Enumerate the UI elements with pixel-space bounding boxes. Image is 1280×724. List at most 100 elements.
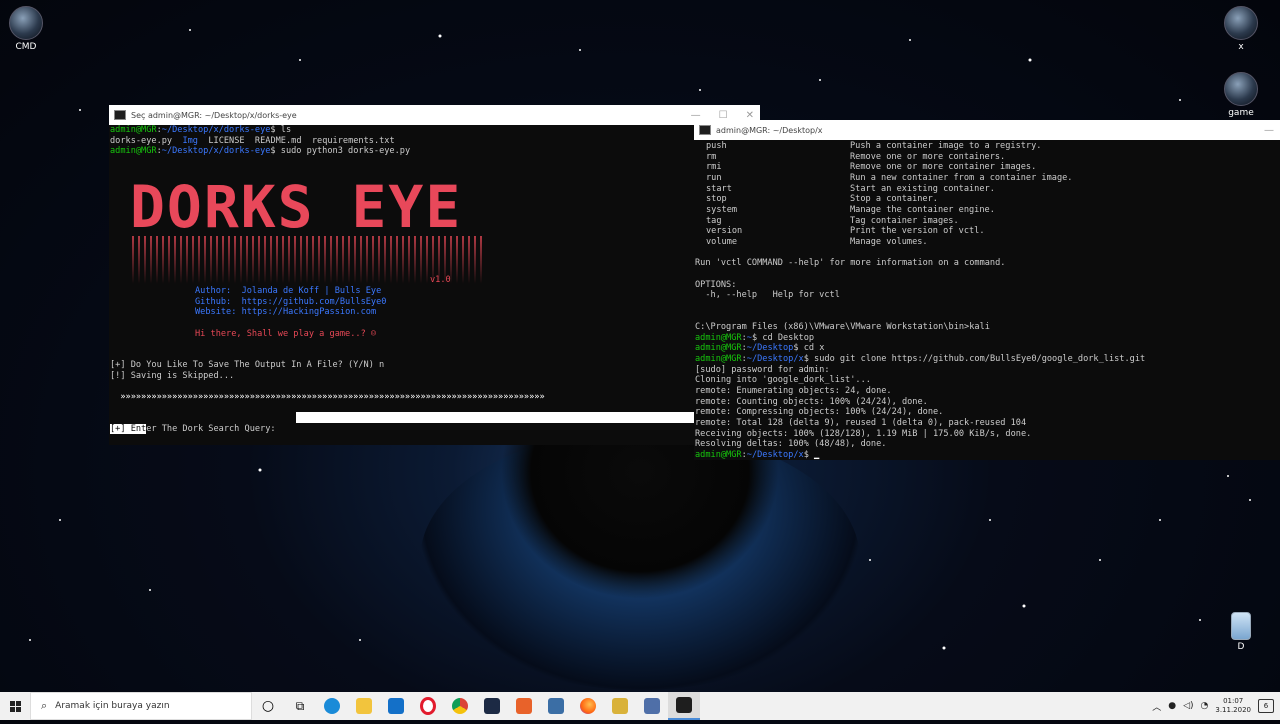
- maximize-icon[interactable]: ☐: [719, 110, 728, 121]
- game-shortcut-icon: [1224, 72, 1258, 106]
- directory-name: Img: [182, 135, 198, 146]
- close-icon[interactable]: ✕: [746, 110, 754, 121]
- command-text: cd Desktop: [762, 332, 815, 343]
- command-name: tag: [706, 215, 722, 226]
- taskbar-terminal-active[interactable]: [668, 692, 700, 720]
- taskbar-app-yellow[interactable]: [604, 692, 636, 720]
- burp-icon: [516, 698, 532, 714]
- github-value: https://github.com/BullsEye0: [241, 296, 387, 307]
- output-line: remote: Total 128 (delta 9), reused 1 (d…: [695, 418, 1027, 429]
- file-explorer-icon: [356, 698, 372, 714]
- cortana-icon: ○: [261, 698, 275, 714]
- taskbar-virtualbox[interactable]: [540, 692, 572, 720]
- cursor[interactable]: ▁: [814, 450, 819, 460]
- taskbar-mail[interactable]: [380, 692, 412, 720]
- options-header: OPTIONS:: [695, 279, 737, 290]
- windows-prompt: C:\Program Files (x86)\VMware\VMware Wor…: [695, 322, 990, 333]
- desktop-icon-d[interactable]: D: [1215, 612, 1267, 652]
- desktop-icon-cmd[interactable]: CMD: [0, 6, 52, 52]
- output-line: Receiving objects: 100% (128/128), 1.19 …: [695, 428, 1032, 439]
- taskbar-chrome[interactable]: [444, 692, 476, 720]
- website-value: https://HackingPassion.com: [241, 307, 377, 318]
- prompt-user: admin@MGR: [695, 450, 742, 460]
- command-name: start: [706, 183, 732, 194]
- separator-line: »»»»»»»»»»»»»»»»»»»»»»»»»»»»»»»»»»»»»»»»…: [120, 391, 545, 402]
- command-name: rm: [706, 151, 717, 162]
- text-selection-highlight: [296, 412, 760, 423]
- task-view-button[interactable]: ⧉: [284, 692, 316, 720]
- chrome-icon: [452, 698, 468, 714]
- desktop-icon-game[interactable]: game: [1215, 72, 1267, 118]
- command-desc: Manage volumes.: [850, 236, 928, 247]
- command-name: rmi: [706, 162, 722, 173]
- command-desc: Start an existing container.: [850, 183, 995, 194]
- chevron-up-icon[interactable]: ︿: [1152, 700, 1161, 713]
- game-app-icon: [612, 698, 628, 714]
- taskbar-edge[interactable]: [316, 692, 348, 720]
- version-label: v1.0: [429, 275, 451, 286]
- command-desc: Tag container images.: [850, 215, 959, 226]
- microphone-icon[interactable]: ●: [1168, 701, 1176, 711]
- prompt-user: admin@MGR: [695, 354, 742, 365]
- clock[interactable]: 01:07 3.11.2020: [1215, 697, 1251, 715]
- desktop-icon-label: CMD: [15, 42, 37, 52]
- opera-icon: [420, 697, 436, 715]
- mail-icon: [388, 698, 404, 714]
- command-name: volume: [706, 236, 738, 247]
- cortana-button[interactable]: ○: [252, 692, 284, 720]
- terminal-shortcut-icon: [484, 698, 500, 714]
- command-name: run: [706, 172, 722, 183]
- terminal-app-icon: [699, 125, 711, 135]
- clock-time: 01:07: [1223, 697, 1244, 705]
- start-button[interactable]: [0, 692, 30, 720]
- window-titlebar[interactable]: Seç admin@MGR: ~/Desktop/x/dorks-eye — ☐…: [109, 105, 760, 125]
- prompt-user: admin@MGR: [110, 146, 157, 157]
- command-name: system: [706, 204, 738, 215]
- recycle-bin-icon: [1231, 612, 1251, 640]
- windows-logo-icon: [9, 700, 21, 712]
- terminal-window-desktop-x[interactable]: admin@MGR: ~/Desktop/x — push Push a cont…: [694, 120, 1280, 460]
- output-line: remote: Counting objects: 100% (24/24), …: [695, 396, 928, 407]
- volume-icon[interactable]: ◁): [1183, 701, 1193, 711]
- command-desc: Run a new container from a container ima…: [850, 172, 1073, 183]
- author-label: Author:: [195, 286, 232, 296]
- minimize-icon[interactable]: —: [691, 110, 701, 121]
- window-titlebar[interactable]: admin@MGR: ~/Desktop/x —: [694, 120, 1280, 140]
- save-answer: [!] Saving is Skipped...: [110, 370, 235, 381]
- firefox-icon: [580, 698, 596, 714]
- command-name: stop: [706, 194, 727, 205]
- prompt-user: admin@MGR: [110, 125, 157, 135]
- save-question: [+] Do You Like To Save The Output In A …: [110, 360, 385, 370]
- terminal-window-dorks-eye[interactable]: Seç admin@MGR: ~/Desktop/x/dorks-eye — ☐…: [109, 105, 760, 445]
- prompt-path: ~: [746, 332, 752, 343]
- command-desc: Stop a container.: [850, 194, 938, 205]
- window-title: admin@MGR: ~/Desktop/x: [716, 125, 823, 135]
- taskbar-search-box[interactable]: ⌕ Aramak için buraya yazın: [30, 692, 252, 720]
- desktop-icon-x[interactable]: x: [1215, 6, 1267, 52]
- taskbar-vmware[interactable]: [636, 692, 668, 720]
- minimize-icon[interactable]: —: [1264, 125, 1274, 136]
- window-title: Seç admin@MGR: ~/Desktop/x/dorks-eye: [131, 110, 297, 120]
- file-name: README.md: [254, 135, 302, 146]
- save-prompt: [+] Do You Like To Save The Output In A …: [109, 360, 545, 403]
- options-line: -h, --help Help for vctl: [695, 290, 840, 301]
- taskbar-opera[interactable]: [412, 692, 444, 720]
- file-name: LICENSE: [208, 135, 245, 146]
- taskbar-file-explorer[interactable]: [348, 692, 380, 720]
- taskbar-app-dark[interactable]: [476, 692, 508, 720]
- version-text: v1.0: [430, 275, 451, 285]
- terminal-output: push Push a container image to a registry…: [695, 141, 1146, 460]
- command-desc: Push a container image to a registry.: [850, 141, 1042, 151]
- output-line: remote: Compressing objects: 100% (24/24…: [695, 407, 944, 418]
- command-desc: Remove one or more container images.: [850, 162, 1037, 173]
- taskbar-firefox[interactable]: [572, 692, 604, 720]
- network-icon[interactable]: ◔: [1201, 701, 1209, 711]
- edge-icon: [324, 698, 340, 714]
- command-desc: Manage the container engine.: [850, 204, 995, 215]
- notification-center-button[interactable]: 6: [1258, 699, 1274, 713]
- file-name: dorks-eye.py: [110, 135, 173, 146]
- author-value: Jolanda de Koff | Bulls Eye: [241, 286, 382, 296]
- query-input-line[interactable]: [+] Enter The Dork Search Query:: [109, 424, 276, 435]
- greeting-text: Hi there, Shall we play a game..? ☺: [195, 328, 377, 339]
- taskbar-burp[interactable]: [508, 692, 540, 720]
